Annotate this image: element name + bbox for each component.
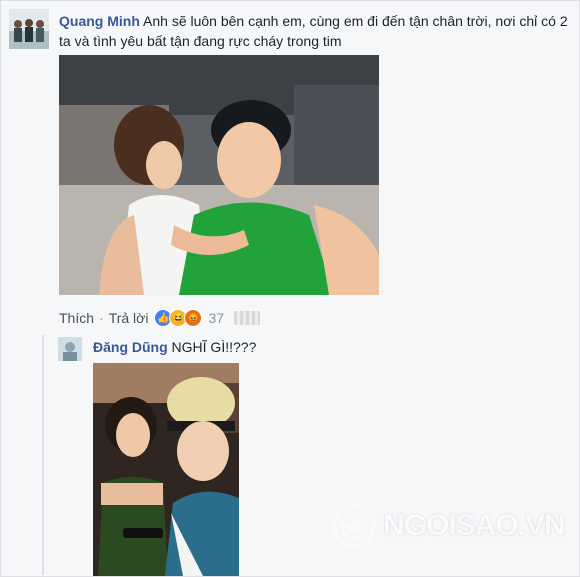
watermark-logo-icon [332,504,376,548]
angry-icon: 😡 [184,309,203,327]
reaction-count[interactable]: 37 [208,310,224,326]
reply-link[interactable]: Trả lời [109,310,149,326]
comment-actions: Thích · Trả lời 👍 😆 😡 37 [59,309,261,327]
reply-body: Đăng Dũng NGHĨ GÌ!!??? [93,339,256,355]
like-link[interactable]: Thích [59,310,94,326]
reply-avatar[interactable] [58,337,82,361]
separator: · [99,310,104,326]
reactions-summary[interactable]: 👍 😆 😡 [154,309,203,327]
reply-photo[interactable] [93,363,239,576]
reply-thread-line [42,335,44,575]
comment-photo[interactable] [59,55,379,295]
blurred-timestamp [234,311,261,325]
watermark: NGOISAO.VN [331,503,566,549]
reply-author-link[interactable]: Đăng Dũng [93,339,168,355]
comment-author-link[interactable]: Quang Minh [59,13,140,29]
avatar[interactable] [9,9,49,49]
comment-body: Quang Minh Anh sẽ luôn bên cạnh em, cùng… [59,11,569,51]
watermark-text: NGOISAO.VN [383,509,566,542]
reply-text: NGHĨ GÌ!!??? [171,339,257,355]
comment-thread: Quang Minh Anh sẽ luôn bên cạnh em, cùng… [0,0,580,577]
